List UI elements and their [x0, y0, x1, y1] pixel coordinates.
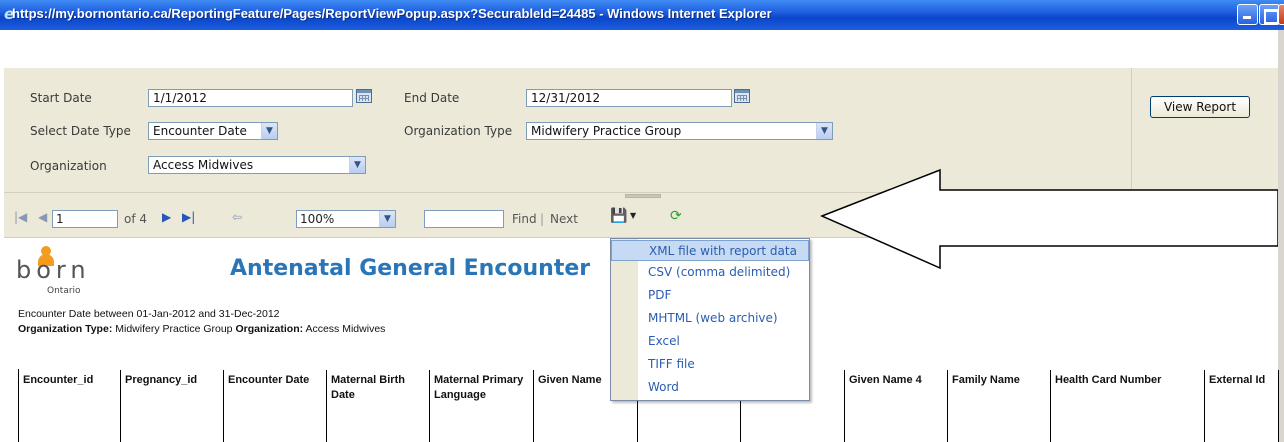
criteria-org-type-label: Organization Type:: [18, 323, 113, 335]
chevron-down-icon[interactable]: ▼: [349, 157, 365, 173]
column-header: Given Name 4: [845, 370, 948, 442]
start-date-label: Start Date: [30, 91, 92, 105]
next-link[interactable]: Next: [550, 212, 578, 226]
logo-subtext: Ontario: [47, 286, 81, 296]
calendar-icon[interactable]: [734, 89, 750, 103]
organization-label: Organization: [30, 159, 107, 173]
logo-text: born: [16, 256, 91, 284]
menu-item-word[interactable]: Word: [611, 377, 809, 398]
start-date-input[interactable]: 1/1/2012: [148, 89, 353, 107]
column-header: Pregnancy_id: [121, 370, 224, 442]
find-separator: |: [540, 212, 545, 226]
end-date-input[interactable]: 12/31/2012: [526, 89, 732, 107]
org-type-select[interactable]: Midwifery Practice Group ▼: [526, 122, 833, 140]
column-header: Family Name: [948, 370, 1051, 442]
organization-select[interactable]: Access Midwives ▼: [148, 156, 366, 174]
criteria-org-value: Access Midwives: [305, 323, 386, 335]
column-header: Encounter_id: [19, 370, 121, 442]
criteria-org-type-value: Midwifery Practice Group: [115, 323, 233, 335]
org-type-value: Midwifery Practice Group: [531, 124, 682, 138]
end-date-label: End Date: [404, 91, 460, 105]
column-header: Maternal Birth Date: [327, 370, 430, 442]
criteria-organization: Organization Type: Midwifery Practice Gr…: [18, 323, 385, 335]
date-type-select[interactable]: Encounter Date ▼: [148, 122, 278, 140]
report-table-header: Encounter_id Pregnancy_id Encounter Date…: [18, 369, 1279, 442]
criteria-date-range: Encounter Date between 01-Jan-2012 and 3…: [18, 308, 280, 320]
find-input[interactable]: [424, 210, 504, 228]
back-icon[interactable]: ⇦: [232, 210, 242, 224]
column-header: External Id: [1205, 370, 1279, 442]
column-header: Health Card Number: [1051, 370, 1205, 442]
column-header: Maternal Primary Language: [430, 370, 534, 442]
export-format-menu: XML file with report data CSV (comma del…: [610, 238, 810, 401]
chevron-down-icon[interactable]: ▼: [630, 211, 636, 220]
date-type-value: Encounter Date: [153, 124, 247, 138]
menu-item-csv[interactable]: CSV (comma delimited): [611, 262, 809, 283]
page-number-input[interactable]: 1: [52, 210, 118, 228]
window-titlebar: e https://my.bornontario.ca/ReportingFea…: [0, 0, 1284, 30]
previous-page-icon[interactable]: ◀: [38, 210, 47, 224]
menu-item-excel[interactable]: Excel: [611, 331, 809, 352]
minimize-button[interactable]: [1237, 4, 1258, 25]
column-header: Encounter Date: [224, 370, 327, 442]
org-type-label: Organization Type: [404, 124, 513, 138]
report-title: Antenatal General Encounter: [230, 256, 591, 281]
born-logo: born Ontario: [16, 246, 106, 302]
refresh-icon[interactable]: ⟳: [670, 208, 682, 224]
chevron-down-icon[interactable]: ▼: [379, 211, 395, 227]
close-button[interactable]: [1278, 4, 1284, 25]
view-report-button[interactable]: View Report: [1150, 96, 1250, 118]
arrow-shape: [820, 168, 1278, 270]
first-page-icon[interactable]: |◀: [14, 210, 27, 224]
criteria-org-label: Organization:: [235, 323, 304, 335]
zoom-value: 100%: [300, 212, 335, 226]
menu-item-pdf[interactable]: PDF: [611, 285, 809, 306]
last-page-icon[interactable]: ▶|: [182, 210, 195, 224]
next-page-icon[interactable]: ▶: [162, 210, 171, 224]
calendar-icon[interactable]: [356, 89, 372, 103]
menu-item-xml[interactable]: XML file with report data: [611, 240, 809, 261]
export-save-icon[interactable]: 💾: [610, 208, 627, 224]
page-count: of 4: [124, 212, 148, 226]
zoom-select[interactable]: 100% ▼: [296, 210, 396, 228]
organization-value: Access Midwives: [153, 158, 254, 172]
menu-item-mhtml[interactable]: MHTML (web archive): [611, 308, 809, 329]
annotation-arrow: [820, 168, 1278, 270]
chevron-down-icon[interactable]: ▼: [816, 123, 832, 139]
chevron-down-icon[interactable]: ▼: [261, 123, 277, 139]
window-title: https://my.bornontario.ca/ReportingFeatu…: [12, 6, 772, 21]
date-type-label: Select Date Type: [30, 124, 131, 138]
maximize-button[interactable]: [1259, 4, 1280, 25]
menu-item-tiff[interactable]: TIFF file: [611, 354, 809, 375]
splitter-handle[interactable]: [625, 194, 661, 198]
find-link[interactable]: Find: [512, 212, 537, 226]
